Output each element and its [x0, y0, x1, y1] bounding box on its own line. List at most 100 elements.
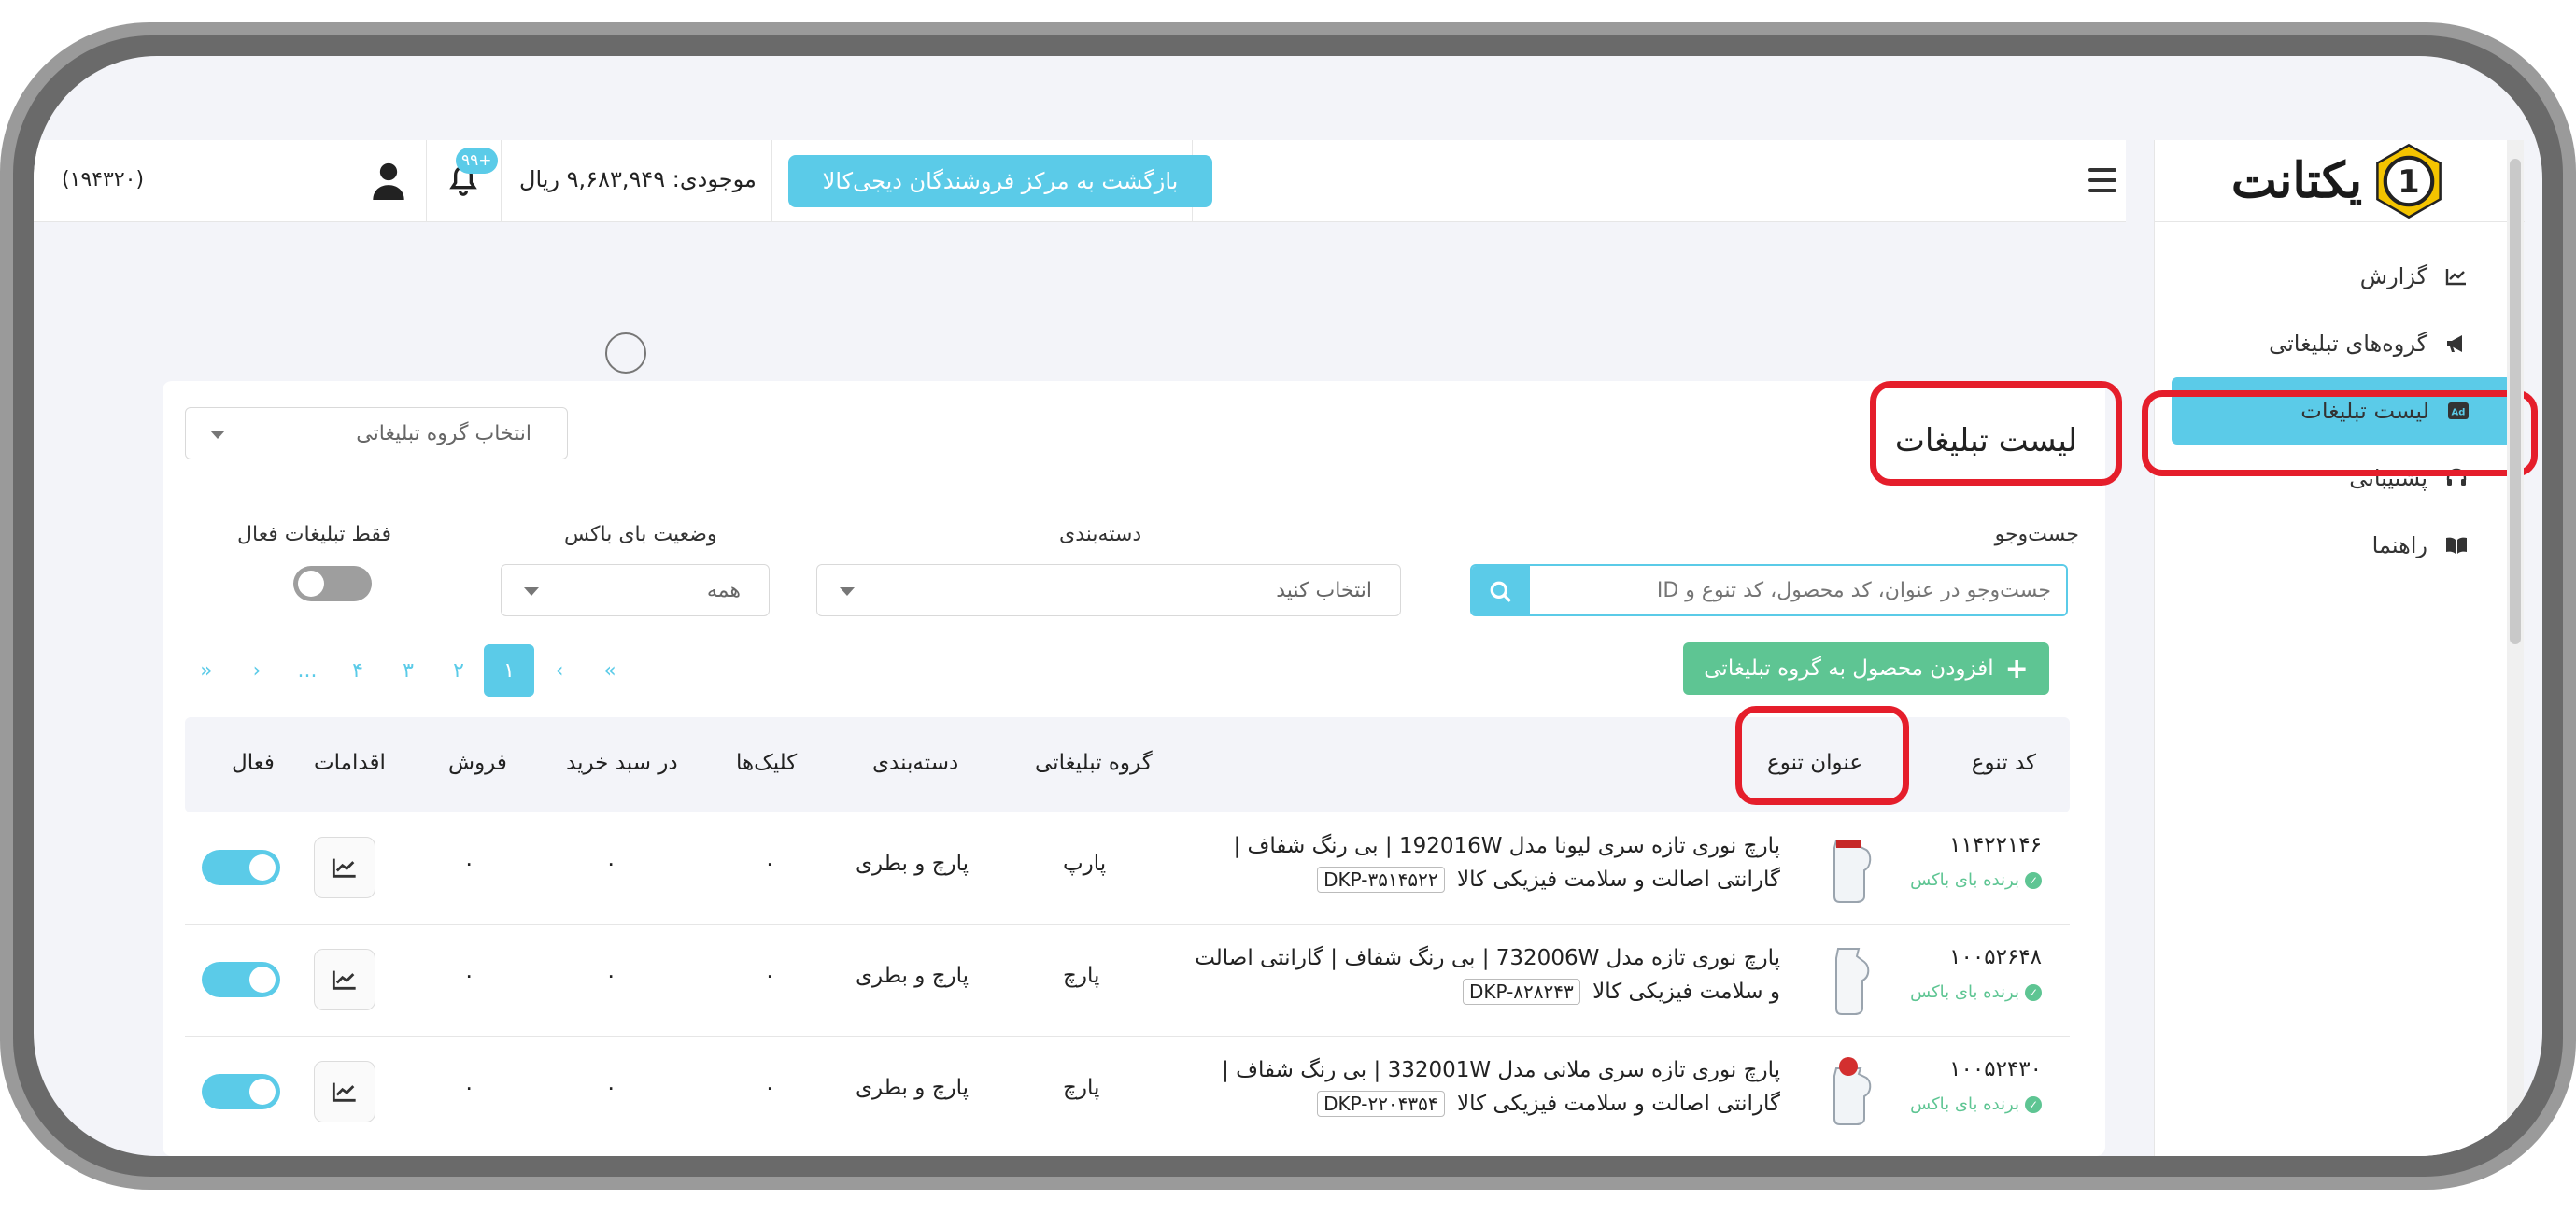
active-toggle[interactable]	[202, 1074, 280, 1109]
sidebar-item-label: راهنما	[2371, 532, 2427, 558]
highlight-annotation	[2142, 390, 2538, 476]
cursor-circle	[605, 332, 646, 374]
notification-badge: ۹۹+	[456, 148, 498, 174]
page-first-button[interactable]: «	[585, 644, 635, 697]
page-next-button[interactable]: ›	[232, 644, 282, 697]
variant-title[interactable]: پارچ نوری تازه سری ملانی مدل 332001W | ب…	[1182, 1053, 1780, 1121]
add-product-to-group-button[interactable]: + افزودن محصول به گروه تبلیغاتی	[1683, 642, 2049, 695]
header-divider	[771, 140, 772, 222]
clicks-cell: ۰	[764, 964, 776, 988]
category-cell: پارچ و بطری	[856, 852, 970, 876]
buybox-select[interactable]: همه	[501, 564, 770, 616]
clicks-cell: ۰	[764, 1076, 776, 1100]
chevron-down-icon	[210, 431, 225, 439]
active-only-label: فقط تبلیغات فعال	[237, 523, 392, 546]
logo[interactable]: یکتانت 1	[2155, 140, 2525, 222]
chart-icon	[2444, 264, 2469, 289]
app: بازگشت به مرکز فروشندگان دیجی‌کالا موجود…	[34, 56, 2542, 1156]
page-ellipsis: ...	[297, 658, 318, 683]
variant-code: ۱۱۴۲۲۱۴۶	[1949, 833, 2042, 857]
page-4-button[interactable]: ۴	[333, 644, 383, 697]
search-button[interactable]	[1472, 566, 1530, 614]
search-input[interactable]	[1530, 566, 2066, 614]
category-cell: پارچ و بطری	[856, 964, 970, 988]
in-cart-cell: ۰	[605, 852, 617, 876]
page-1-button[interactable]: ۱	[484, 644, 534, 697]
check-icon: ✓	[2025, 871, 2042, 889]
chart-icon	[332, 1082, 356, 1102]
table-row[interactable]: ۱۰۰۵۲۴۳۰ ✓ برنده بای باکس پارچ نوری تازه …	[185, 1037, 2070, 1149]
ad-group-cell[interactable]: پارپ	[1063, 852, 1106, 876]
add-button-label: افزودن محصول به گروه تبلیغاتی	[1704, 656, 1994, 681]
page-last-button[interactable]: »	[181, 644, 232, 697]
col-in-cart[interactable]: در سبد خرید	[566, 751, 678, 775]
table-header: کد تنوع عنوان تنوع گروه تبلیغاتی دسته‌بن…	[185, 706, 2070, 812]
chevron-down-icon	[840, 587, 855, 596]
page-3-button[interactable]: ۳	[383, 644, 433, 697]
plus-icon: +	[2004, 652, 2029, 685]
sales-cell: ۰	[463, 852, 475, 876]
device-frame-inner: بازگشت به مرکز فروشندگان دیجی‌کالا موجود…	[13, 35, 2563, 1177]
sidebar-nav: گزارش گروه‌های تبلیغاتی Ad لیست تبلیغات	[2142, 243, 2538, 579]
buybox-label: وضعیت بای باکس	[564, 523, 717, 546]
sales-cell: ۰	[463, 964, 475, 988]
product-thumbnail[interactable]	[1823, 1055, 1875, 1130]
ad-group-select-value: انتخاب گروه تبلیغاتی	[356, 421, 531, 445]
clicks-cell: ۰	[764, 852, 776, 876]
winner-label: برنده بای باکس	[1910, 1094, 2019, 1114]
buybox-winner-badge: ✓ برنده بای باکس	[1910, 870, 2042, 890]
table-row[interactable]: ۱۱۴۲۲۱۴۶ ✓ برنده بای باکس پارچ نوری تازه …	[185, 812, 2070, 925]
search-label: جست‌وجو	[1994, 523, 2079, 546]
active-only-toggle[interactable]	[293, 566, 372, 601]
active-toggle[interactable]	[202, 850, 280, 885]
page-2-button[interactable]: ۲	[433, 644, 484, 697]
device-frame: بازگشت به مرکز فروشندگان دیجی‌کالا موجود…	[0, 22, 2576, 1190]
chevron-down-icon	[524, 587, 539, 596]
variant-title-text: پارچ نوری تازه سری ملانی مدل 332001W | ب…	[1222, 1058, 1780, 1116]
user-icon[interactable]	[370, 161, 407, 202]
buybox-winner-badge: ✓ برنده بای باکس	[1910, 1094, 2042, 1114]
sidebar-item-ad-groups[interactable]: گروه‌های تبلیغاتی	[2155, 310, 2525, 377]
product-thumbnail[interactable]	[1823, 943, 1875, 1018]
report-action-button[interactable]	[314, 837, 375, 898]
page-prev-button[interactable]: ‹	[534, 644, 585, 697]
report-action-button[interactable]	[314, 949, 375, 1010]
ad-group-select[interactable]: انتخاب گروه تبلیغاتی	[185, 407, 568, 459]
report-action-button[interactable]	[314, 1061, 375, 1122]
variant-title[interactable]: پارچ نوری تازه سری لیونا مدل 192016W | ب…	[1182, 829, 1780, 896]
buybox-select-value: همه	[706, 578, 741, 602]
main-card: لیست تبلیغات انتخاب گروه تبلیغاتی جست‌وج…	[163, 381, 2122, 1156]
dkp-code: DKP-۸۲۸۲۴۳	[1462, 979, 1580, 1005]
scrollbar-thumb[interactable]	[2510, 159, 2521, 644]
col-variant-code[interactable]: کد تنوع	[1972, 751, 2036, 775]
sidebar-item-label: گزارش	[2359, 263, 2427, 289]
col-ad-group[interactable]: گروه تبلیغاتی	[1035, 751, 1153, 775]
product-thumbnail[interactable]	[1823, 831, 1875, 906]
back-to-seller-center-button[interactable]: بازگشت به مرکز فروشندگان دیجی‌کالا	[788, 155, 1212, 207]
account-id: (۱۹۴۳۲۰)	[62, 168, 145, 191]
col-clicks[interactable]: کلیک‌ها	[736, 751, 797, 775]
category-select[interactable]: انتخاب کنید	[816, 564, 1401, 616]
variant-code: ۱۰۰۵۲۶۴۸	[1949, 945, 2042, 969]
dkp-code: DKP-۳۵۱۴۵۲۲	[1317, 867, 1445, 893]
highlight-annotation	[1870, 381, 2122, 486]
chart-icon	[332, 858, 356, 878]
logo-badge-number: 1	[2398, 162, 2419, 199]
variant-title[interactable]: پارچ نوری تازه مدل 732006W | بی رنگ شفاف…	[1182, 941, 1780, 1009]
sidebar-item-guide[interactable]: راهنما	[2155, 512, 2525, 579]
active-toggle[interactable]	[202, 962, 280, 997]
col-sales[interactable]: فروش	[448, 751, 507, 775]
search-icon	[1490, 581, 1511, 602]
variant-code: ۱۰۰۵۲۴۳۰	[1949, 1057, 2042, 1081]
col-category[interactable]: دسته‌بندی	[872, 751, 958, 775]
hamburger-menu-icon[interactable]	[2088, 168, 2116, 192]
top-header: بازگشت به مرکز فروشندگان دیجی‌کالا موجود…	[34, 140, 2126, 222]
scrollbar[interactable]	[2507, 140, 2524, 1156]
table-row[interactable]: ۱۰۰۵۲۶۴۸ ✓ برنده بای باکس پارچ نوری تازه …	[185, 925, 2070, 1037]
ad-group-cell[interactable]: پارچ	[1063, 964, 1099, 988]
buybox-winner-badge: ✓ برنده بای باکس	[1910, 982, 2042, 1002]
sidebar-item-report[interactable]: گزارش	[2155, 243, 2525, 310]
chart-icon	[332, 970, 356, 990]
in-cart-cell: ۰	[605, 964, 617, 988]
ad-group-cell[interactable]: پارچ	[1063, 1076, 1099, 1100]
